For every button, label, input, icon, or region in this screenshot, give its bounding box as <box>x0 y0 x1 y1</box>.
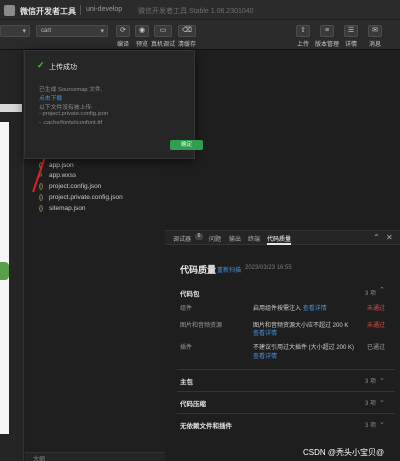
scan-time: 2023/03/23 16:55 <box>245 265 292 271</box>
file-item[interactable]: {} sitemap.json <box>39 205 86 212</box>
item-name: 图片和音频资源 <box>180 323 223 329</box>
project-name: uni-develop <box>86 6 123 13</box>
debugger-badge: 6 <box>195 233 203 240</box>
clear-cache-icon: ⌫ <box>182 27 192 34</box>
tab-problems[interactable]: 问题 <box>209 234 221 243</box>
divider <box>177 369 395 370</box>
section-count: 3 项 <box>365 291 377 297</box>
upload-success-dialog: ✓ 上传成功 已生成 Sourcemap 文件, 点击下载 以下文件没有被上传:… <box>24 50 203 159</box>
tab-output[interactable]: 输出 <box>229 234 241 243</box>
success-check-icon: ✓ <box>37 60 45 70</box>
chevron-down-icon[interactable]: ⌄ <box>379 418 385 426</box>
remote-debug-button[interactable]: ▭ <box>154 25 172 37</box>
simulator-panel <box>0 50 24 461</box>
preview-button[interactable]: ◉ <box>135 25 149 37</box>
download-link[interactable]: 点击下载 <box>39 93 62 102</box>
status-badge: 未通过 <box>367 306 386 312</box>
chevron-down-icon: ▾ <box>100 28 104 35</box>
section-count: 3 项 <box>365 379 377 385</box>
compile-button[interactable]: ⟳ <box>116 25 130 37</box>
collapse-icon[interactable]: ⌃ <box>373 233 380 242</box>
details-link[interactable]: 查看详情 <box>303 306 327 312</box>
outline-label: 大纲 <box>33 457 46 461</box>
title-divider <box>80 5 81 15</box>
dialog-text: - project.private.config.json <box>39 111 109 117</box>
section-count: 3 项 <box>365 423 377 429</box>
compile-icon: ⟳ <box>120 27 126 34</box>
app-logo-icon <box>4 5 15 16</box>
confirm-button[interactable]: 确定 <box>170 140 203 150</box>
chevron-down-icon[interactable]: ⌄ <box>379 374 385 382</box>
active-tab-indicator <box>267 243 291 245</box>
tab-debugger[interactable]: 调试器 <box>173 234 191 243</box>
tab-code-quality[interactable]: 代码质量 <box>267 234 291 243</box>
details-link[interactable]: 查看详情 <box>253 328 277 337</box>
json-file-icon: {} <box>39 206 44 212</box>
section-code-compress[interactable]: 代码压缩 <box>180 398 206 408</box>
bottom-tab-bar: 调试器 6 问题 输出 终端 代码质量 ⌃ ✕ <box>165 231 400 245</box>
details-link[interactable]: 查看详情 <box>253 351 277 360</box>
section-unused-files[interactable]: 无依赖文件和插件 <box>180 420 232 430</box>
status-badge: 未通过 <box>367 323 386 329</box>
version-icon: ≡ <box>324 27 330 34</box>
item-description: 不建议引用过大插件 (大小超过 200 K) <box>253 342 354 351</box>
section-main-package[interactable]: 主包 <box>180 376 193 386</box>
details-button[interactable]: ☰ <box>344 25 358 37</box>
dialog-text: - .cache/fonts/iconfont.ttf <box>39 120 103 126</box>
divider <box>177 391 395 392</box>
item-desc-text: 启用组件按需注入 <box>253 306 302 312</box>
clear-cache-label: 清缓存 <box>177 42 196 48</box>
clear-cache-button[interactable]: ⌫ <box>178 25 196 37</box>
panel-title: 代码质量 <box>180 265 217 275</box>
version-label: 微信开发者工具 Stable 1.06.2301040 <box>138 8 254 15</box>
simulator-header <box>0 104 22 112</box>
remote-debug-icon: ▭ <box>159 27 167 34</box>
file-name: sitemap.json <box>49 205 86 212</box>
chevron-down-icon[interactable]: ⌄ <box>379 396 385 404</box>
compile-target-select[interactable]: cart ▾ <box>36 25 108 37</box>
upload-icon: ⇧ <box>300 27 306 34</box>
message-label: 消息 <box>368 42 381 48</box>
title-bar: 微信开发者工具 uni-develop 微信开发者工具 Stable 1.06.… <box>0 0 400 20</box>
dialog-text: 以下文件没有被上传: <box>39 105 93 111</box>
details-icon: ☰ <box>347 27 355 34</box>
version-button[interactable]: ≡ <box>320 25 334 37</box>
chevron-down-icon: ▾ <box>22 28 26 35</box>
divider <box>177 413 395 414</box>
dialog-title: 上传成功 <box>49 64 77 71</box>
mode-select[interactable]: ▾ <box>0 25 30 37</box>
section-count: 3 项 <box>365 401 377 407</box>
item-name: 组件 <box>180 306 193 312</box>
preview-icon: ◉ <box>138 27 146 34</box>
message-icon: ✉ <box>372 27 378 34</box>
dialog-text: 已生成 Sourcemap 文件, <box>39 87 103 93</box>
message-button[interactable]: ✉ <box>368 25 382 37</box>
plant-image <box>0 262 9 280</box>
status-badge: 已通过 <box>367 345 386 351</box>
compile-target-value: cart <box>41 28 52 34</box>
code-quality-panel: 调试器 6 问题 输出 终端 代码质量 ⌃ ✕ 代码质量 重新扫描 2023/0… <box>165 230 400 445</box>
item-description: 启用组件按需注入 查看详情 <box>253 303 327 312</box>
section-package[interactable]: 代码包 <box>180 288 200 298</box>
close-icon[interactable]: ✕ <box>386 233 393 242</box>
watermark: CSDN @秃头小宝贝@ <box>303 448 385 457</box>
rescan-link[interactable]: 重新扫描 <box>217 265 241 274</box>
app-title: 微信开发者工具 <box>20 7 76 16</box>
tab-terminal[interactable]: 终端 <box>248 234 260 243</box>
outline-bar[interactable]: 大纲 <box>25 452 165 461</box>
upload-button[interactable]: ⇧ <box>296 25 310 37</box>
item-name: 插件 <box>180 345 193 351</box>
chevron-up-icon[interactable]: ⌃ <box>379 286 385 294</box>
